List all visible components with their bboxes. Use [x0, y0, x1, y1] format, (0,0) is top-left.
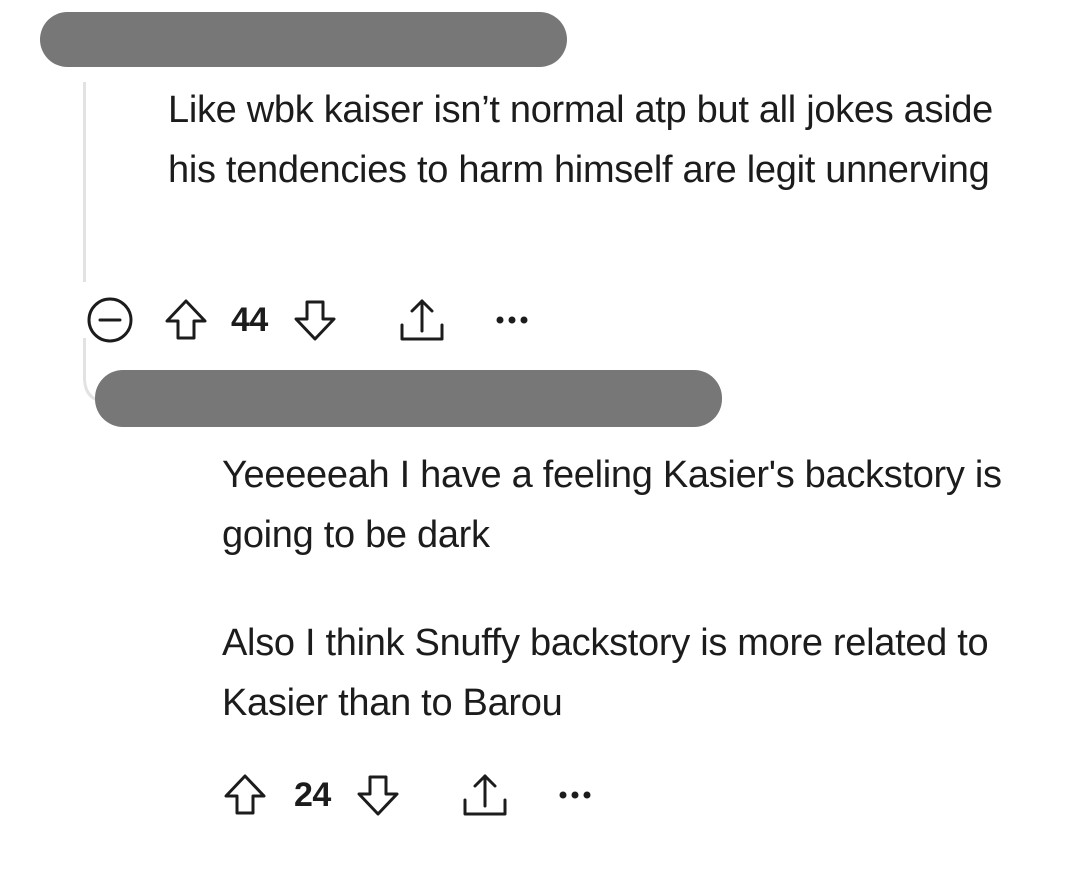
comment-paragraph: Also I think Snuffy backstory is more re… [222, 622, 989, 724]
more-options-icon[interactable] [555, 785, 595, 805]
comment-body: Like wbk kaiser isn’t normal atp but all… [168, 80, 1038, 200]
vote-count: 24 [294, 775, 331, 814]
redacted-username [40, 12, 567, 67]
downvote-icon[interactable] [292, 297, 338, 343]
comment-body-text: Like wbk kaiser isn’t normal atp but all… [168, 89, 994, 191]
comment-paragraph: Yeeeeeah I have a feeling Kasier's backs… [222, 454, 1002, 556]
upvote-icon[interactable] [222, 772, 268, 818]
comment-actions: 24 [222, 770, 595, 820]
comment-body: Yeeeeeah I have a feeling Kasier's backs… [222, 445, 1022, 733]
vote-count: 44 [231, 300, 268, 339]
comment-actions: 44 [83, 295, 532, 345]
upvote-icon[interactable] [163, 297, 209, 343]
share-icon[interactable] [396, 295, 448, 345]
downvote-icon[interactable] [355, 772, 401, 818]
thread-line [83, 82, 86, 282]
more-options-icon[interactable] [492, 310, 532, 330]
share-icon[interactable] [459, 770, 511, 820]
redacted-username [95, 370, 722, 427]
